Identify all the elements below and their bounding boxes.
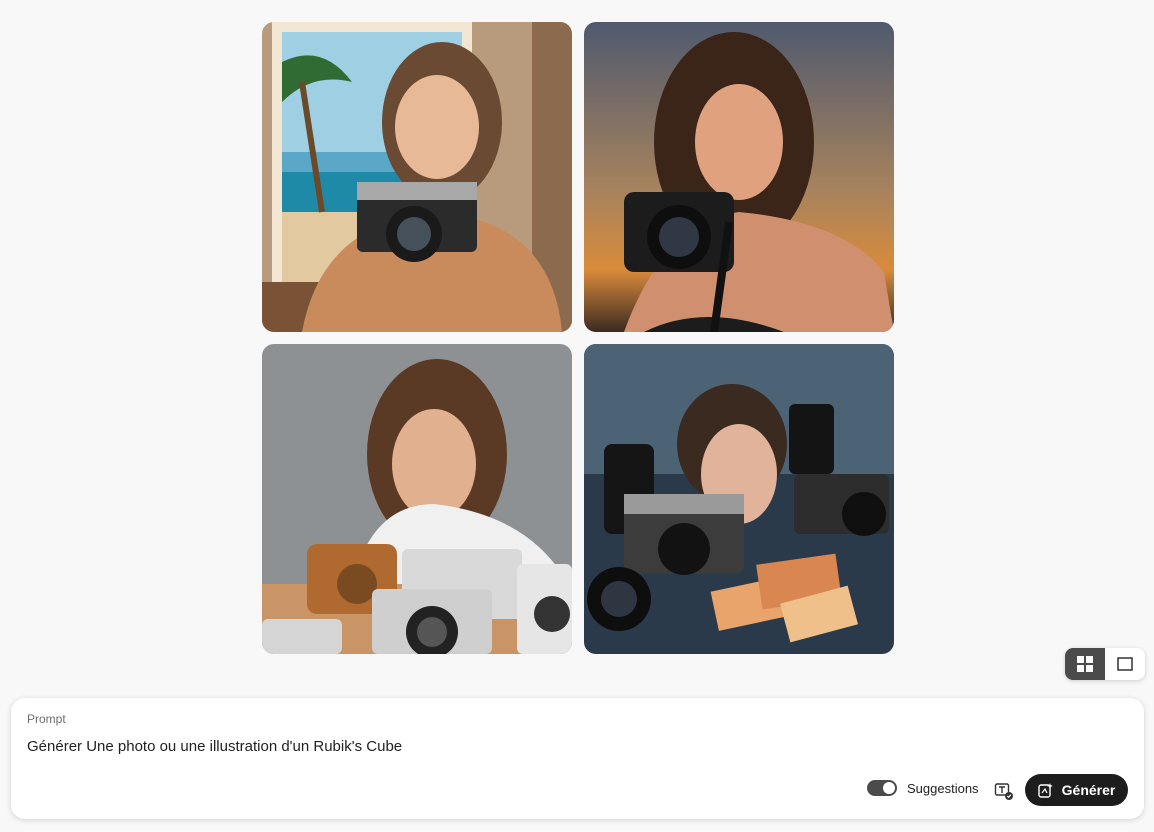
prompt-panel: Prompt Générer Une photo ou une illustra… bbox=[11, 698, 1144, 819]
view-mode-toggle bbox=[1065, 648, 1145, 680]
image-beach-camera bbox=[262, 22, 572, 332]
image-dark-cameras bbox=[584, 344, 894, 654]
generate-label: Générer bbox=[1061, 782, 1116, 798]
suggestions-control: Suggestions bbox=[867, 780, 979, 796]
image-grid bbox=[262, 22, 894, 654]
image-sunset-camera bbox=[584, 22, 894, 332]
toggle-knob bbox=[883, 782, 895, 794]
suggestions-toggle[interactable] bbox=[867, 780, 897, 796]
grid-view-button[interactable] bbox=[1065, 648, 1105, 680]
generated-image-3[interactable] bbox=[262, 344, 572, 654]
generated-image-4[interactable] bbox=[584, 344, 894, 654]
single-view-button[interactable] bbox=[1105, 648, 1145, 680]
prompt-label: Prompt bbox=[27, 712, 66, 726]
generate-button[interactable]: Générer bbox=[1025, 774, 1128, 806]
generated-image-2[interactable] bbox=[584, 22, 894, 332]
image-table-cameras bbox=[262, 344, 572, 654]
suggestions-label: Suggestions bbox=[907, 780, 979, 796]
single-view-icon bbox=[1117, 657, 1133, 671]
generated-image-1[interactable] bbox=[262, 22, 572, 332]
grid-view-icon bbox=[1077, 656, 1093, 672]
generate-sparkle-icon bbox=[1037, 783, 1053, 798]
text-check-icon bbox=[994, 783, 1013, 800]
prompt-input[interactable]: Générer Une photo ou une illustration d'… bbox=[27, 738, 1027, 755]
text-effects-icon[interactable] bbox=[994, 781, 1014, 801]
